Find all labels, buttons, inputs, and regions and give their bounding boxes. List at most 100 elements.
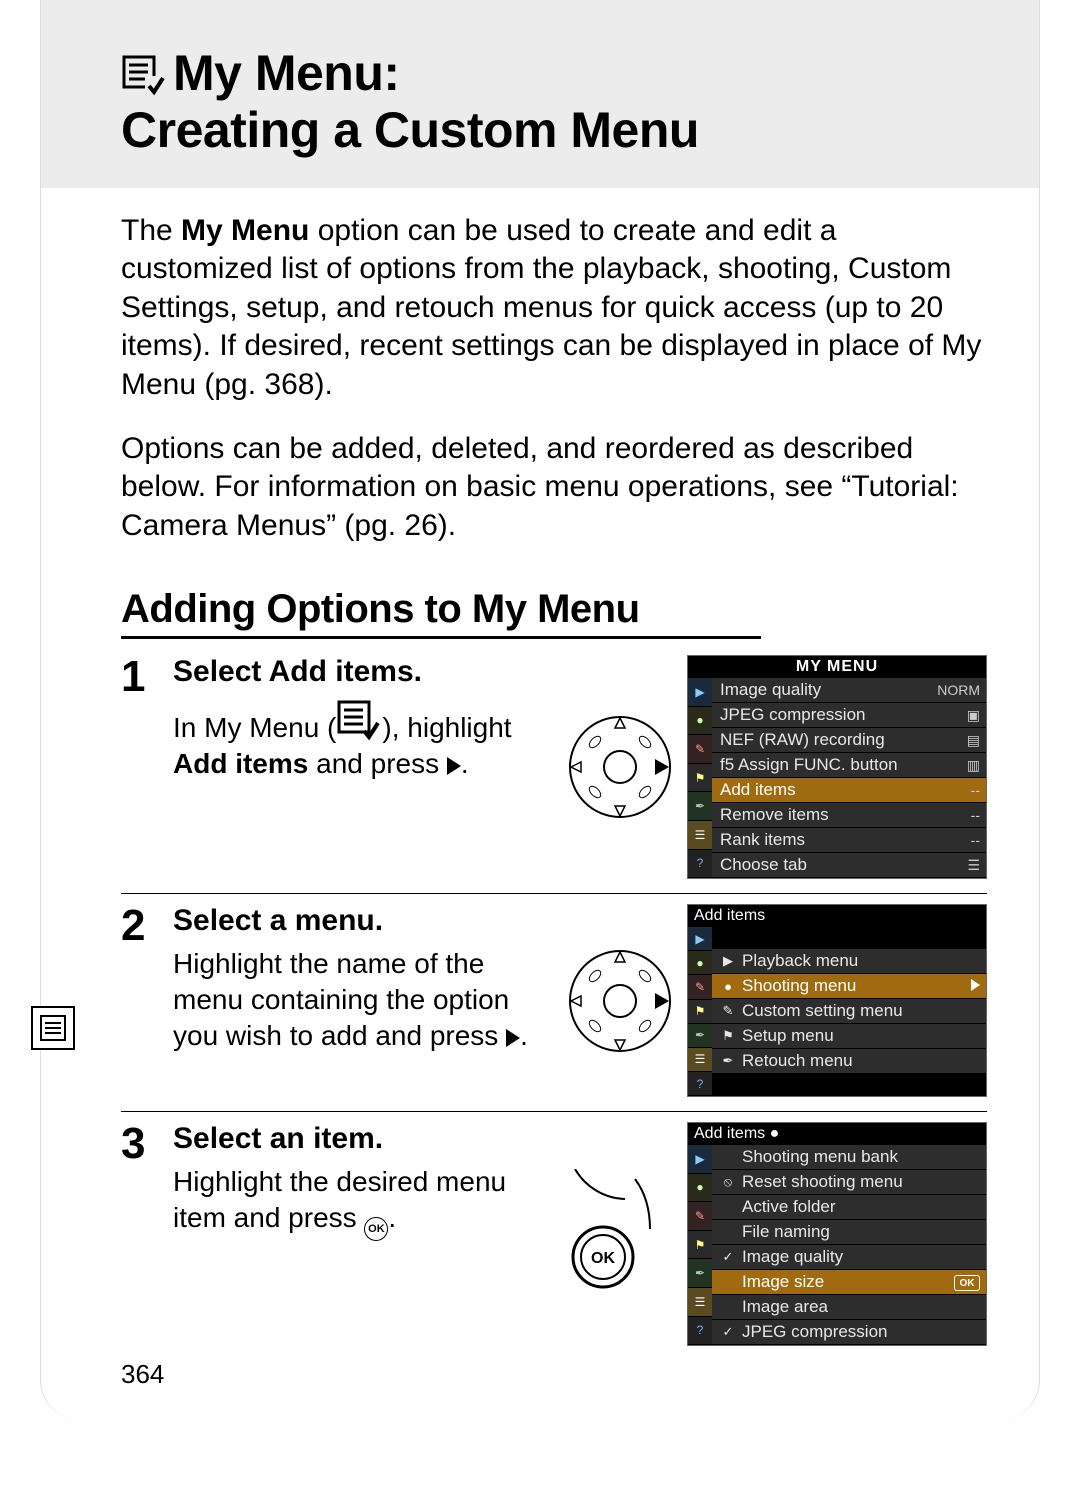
lcd-row-label: Image area (742, 1297, 828, 1317)
step-number: 1 (121, 655, 159, 879)
lcd-tab-shooting-icon: ● (688, 707, 712, 736)
lcd-row-icon: ● (720, 979, 736, 994)
lcd-row-icon: ✒ (720, 1053, 736, 1069)
lcd-row-value: -- (971, 807, 980, 823)
svg-text:OK: OK (591, 1250, 615, 1267)
lcd-tab-shooting-icon: ● (688, 951, 712, 975)
lcd-screenshot-2: Add items ▶ ● ✎ ⚑ ✒ ☰ ? ▶ Playback menu ● S… (687, 904, 987, 1097)
step-3-desc: Highlight the desired menu item and pres… (173, 1164, 535, 1241)
lcd-screenshot-3: Add items ● ▶ ● ✎ ⚑ ✒ ☰ ? Shooting menu … (687, 1122, 987, 1346)
title-line-1: My Menu: (173, 45, 400, 101)
lcd-row: File naming (712, 1220, 986, 1245)
lcd-tab-custom-icon: ✎ (688, 975, 712, 999)
lcd-row-value: ▥ (967, 757, 980, 774)
lcd-row-label: Reset shooting menu (742, 1172, 903, 1192)
lcd-row: Active folder (712, 1195, 986, 1220)
step-number: 2 (121, 904, 159, 1097)
lcd-row: Rank items-- (712, 828, 986, 853)
lcd-tab-help-icon: ? (688, 1317, 712, 1346)
lcd-tab-playback-icon: ▶ (688, 927, 712, 951)
intro-paragraph-1: The My Menu option can be used to create… (121, 212, 987, 404)
lcd-row: ✓ JPEG compression (712, 1320, 986, 1345)
lcd-row: Choose tab ☰ (712, 853, 986, 878)
lcd-row-icon: ▶ (720, 953, 736, 969)
lcd-row-label: Image quality (720, 680, 821, 700)
lcd-row-value: ▣ (967, 707, 980, 724)
lcd-row-label: Shooting menu bank (742, 1147, 898, 1167)
lcd-row: Add items -- (712, 778, 986, 803)
lcd-row-label: Choose tab (720, 855, 807, 875)
lcd-screenshot-1: MY MENU ▶ ● ✎ ⚑ ✒ ☰ ? Image qualityNORMJ… (687, 655, 987, 879)
step-1-title: Select Add items. (173, 655, 545, 689)
right-caret-icon (971, 979, 980, 991)
lcd-row-value: NORM (937, 682, 980, 698)
lcd-tab-playback-icon: ▶ (688, 678, 712, 707)
lcd-tab-custom-icon: ✎ (688, 735, 712, 764)
lcd-tab-strip: ▶ ● ✎ ⚑ ✒ ☰ ? (688, 927, 712, 1096)
step-1-desc: In My Menu (), highlight Add items and p… (173, 697, 545, 782)
lcd-row-value (971, 978, 980, 994)
lcd-row: ⦸ Reset shooting menu (712, 1170, 986, 1195)
my-menu-inline-icon (336, 712, 382, 743)
page-number: 364 (121, 1359, 164, 1390)
lcd-row-label: File naming (742, 1222, 830, 1242)
lcd-tab-mymenu-icon: ☰ (688, 1048, 712, 1072)
lcd-row: JPEG compression▣ (712, 703, 986, 728)
lcd-row-label: Shooting menu (742, 976, 856, 996)
lcd-row-icon: ✓ (720, 1249, 736, 1265)
step-2-title: Select a menu. (173, 904, 545, 938)
lcd-row: ▶ Playback menu (712, 949, 986, 974)
step-number: 3 (121, 1122, 159, 1346)
lcd-row-value: OK (954, 1273, 980, 1292)
lcd-row-label: Retouch menu (742, 1051, 853, 1071)
step-3-title: Select an item. (173, 1122, 535, 1156)
ok-button-illustration: OK (555, 1169, 675, 1299)
lcd-row-label: Custom setting menu (742, 1001, 903, 1021)
lcd-row-label: Playback menu (742, 951, 858, 971)
lcd-tab-retouch-icon: ✒ (688, 1259, 712, 1288)
lcd-row: ✓ Image quality (712, 1245, 986, 1270)
section-heading: Adding Options to My Menu (121, 587, 761, 639)
ok-button-inline-icon: OK (364, 1217, 388, 1241)
lcd-row-value: -- (971, 782, 980, 798)
lcd-row: Image quality NORM (712, 678, 986, 703)
lcd-row-icon: ✎ (720, 1003, 736, 1019)
multi-selector-dial-icon (565, 946, 675, 1056)
step-1: 1 Select Add items. In My Menu (), highl… (121, 645, 987, 894)
sidebar-menu-icon (31, 1006, 75, 1050)
lcd-row: ✒ Retouch menu (712, 1049, 986, 1074)
lcd-row: ⚑ Setup menu (712, 1024, 986, 1049)
lcd-row: ● Shooting menu (712, 974, 986, 999)
lcd-row-label: Active folder (742, 1197, 836, 1217)
lcd-row: Remove items -- (712, 803, 986, 828)
lcd-tab-help-icon: ? (688, 1072, 712, 1096)
lcd-row: Shooting menu bank (712, 1145, 986, 1170)
lcd-row-icon: ⦸ (720, 1174, 736, 1190)
right-arrow-icon (447, 757, 461, 775)
lcd-row: Image area (712, 1295, 986, 1320)
lcd-row: Image size OK (712, 1270, 986, 1295)
lcd-row-label: Add items (720, 780, 796, 800)
lcd-row-label: Remove items (720, 805, 829, 825)
lcd-row-label: JPEG compression (742, 1322, 888, 1342)
lcd-tab-mymenu-icon: ☰ (688, 821, 712, 850)
lcd-row-value: ☰ (967, 857, 980, 874)
step-3: 3 Select an item. Highlight the desired … (121, 1112, 987, 1360)
multi-selector-dial-icon (565, 712, 675, 822)
ok-badge-icon: OK (954, 1275, 980, 1291)
lcd-row-label: Rank items (720, 830, 805, 850)
lcd-row-label: Image quality (742, 1247, 843, 1267)
lcd-tab-strip: ▶ ● ✎ ⚑ ✒ ☰ ? (688, 1145, 712, 1345)
lcd-tab-setup-icon: ⚑ (688, 1000, 712, 1024)
lcd-tab-shooting-icon: ● (688, 1174, 712, 1203)
lcd-2-title: Add items (688, 905, 986, 927)
lcd-row-label: f5 Assign FUNC. button (720, 755, 898, 775)
lcd-row-icon: ✓ (720, 1324, 736, 1340)
lcd-row: f5 Assign FUNC. button ▥ (712, 753, 986, 778)
lcd-row-label: Image size (742, 1272, 824, 1292)
lcd-row-label: Setup menu (742, 1026, 834, 1046)
page-title: My Menu: Creating a Custom Menu (121, 46, 987, 158)
lcd-tab-setup-icon: ⚑ (688, 1231, 712, 1260)
lcd-row-icon: ⚑ (720, 1028, 736, 1044)
lcd-tab-mymenu-icon: ☰ (688, 1288, 712, 1317)
